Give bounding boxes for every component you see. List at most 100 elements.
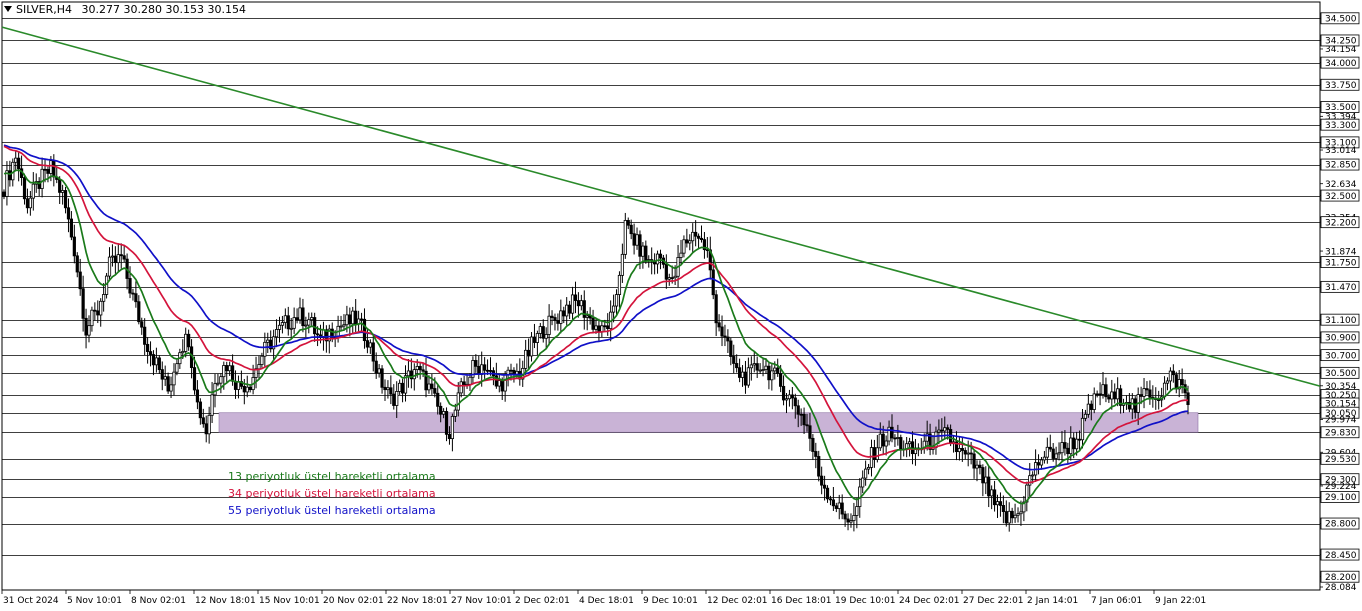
candle-body — [822, 484, 827, 489]
candle-body — [787, 394, 792, 400]
ytick-label: 29.224 — [1325, 482, 1357, 492]
candle-body — [46, 169, 50, 174]
candle-body — [509, 369, 513, 372]
candle-body — [699, 237, 704, 241]
xtick-label: 27 Dec 22:01 — [963, 596, 1024, 606]
candle-body — [1080, 417, 1085, 441]
candle-body — [474, 360, 478, 367]
xtick-label: 27 Nov 10:01 — [451, 596, 512, 606]
candle-body — [280, 322, 285, 326]
candle-body — [359, 318, 364, 321]
candle-body — [22, 177, 27, 200]
candle-body — [160, 369, 164, 380]
candle-body — [603, 325, 607, 328]
candle-body — [992, 489, 997, 506]
price-chart[interactable]: 34.50034.25034.15434.00033.75033.50033.3… — [0, 0, 1362, 611]
candle-body — [1031, 474, 1035, 477]
candle-body — [93, 309, 97, 312]
candle-body — [444, 411, 449, 435]
xtick-label: 22 Nov 18:01 — [387, 596, 448, 606]
ytick-label: 29.100 — [1325, 493, 1357, 503]
ytick-label: 29.974 — [1325, 416, 1357, 426]
candle-body — [620, 253, 624, 276]
candle-body — [459, 381, 463, 394]
candle-body — [655, 253, 660, 265]
candle-body — [195, 389, 200, 403]
candle-body — [758, 369, 762, 372]
candle-body — [119, 254, 123, 257]
candle-body — [755, 363, 759, 371]
candle-body — [658, 253, 663, 259]
candle-body — [263, 341, 267, 357]
candle-body — [773, 367, 777, 372]
candle-body — [611, 305, 616, 313]
candle-body — [682, 239, 686, 254]
xtick-label: 9 Dec 10:01 — [643, 596, 698, 606]
xtick-label: 12 Nov 18:01 — [195, 596, 256, 606]
candle-body — [849, 520, 853, 523]
candle-body — [896, 437, 900, 439]
candle-body — [488, 370, 493, 372]
candle-body — [283, 315, 287, 323]
candle-body — [1075, 438, 1079, 450]
candle-body — [456, 392, 460, 411]
candle-body — [421, 369, 425, 372]
candle-body — [151, 354, 156, 366]
candle-body — [667, 277, 671, 280]
candle-body — [1013, 514, 1017, 519]
candle-body — [154, 357, 158, 366]
legend-ema13: 13 periyotluk üstel hareketli ortalama — [228, 470, 436, 483]
candle-body — [890, 426, 894, 439]
candle-body — [711, 269, 715, 296]
candle-body — [752, 363, 756, 366]
candle-body — [957, 448, 962, 453]
candle-body — [1165, 380, 1170, 384]
candle-body — [969, 452, 973, 455]
candle-body — [274, 329, 279, 338]
candle-body — [137, 301, 141, 323]
candle-body — [556, 320, 560, 324]
ytick-label: 33.014 — [1325, 146, 1357, 156]
candle-body — [626, 220, 630, 226]
candle-body — [192, 367, 197, 391]
time-axis: 31 Oct 2024 5 Nov 10:01 8 Nov 02:01 12 Nov … — [1, 590, 1206, 606]
candle-body — [866, 467, 871, 470]
candle-body — [629, 224, 633, 235]
candle-body — [96, 310, 100, 316]
candle-body — [746, 367, 750, 386]
candle-body — [679, 252, 683, 258]
candle-body — [143, 326, 147, 345]
chart-info-bar: SILVER,H4 30.277 30.280 30.153 30.154 — [4, 3, 246, 16]
candle-body — [1107, 396, 1111, 400]
candle-body — [52, 160, 56, 178]
candle-body — [1110, 391, 1114, 400]
xtick-label: 2 Dec 02:01 — [515, 596, 570, 606]
candle-body — [740, 371, 745, 378]
candle-body — [398, 382, 402, 392]
candle-body — [717, 322, 721, 328]
candle-body — [1116, 388, 1120, 400]
candle-body — [1001, 505, 1005, 512]
candle-body — [453, 409, 457, 417]
candle-body — [1139, 394, 1143, 397]
candle-body — [140, 321, 144, 328]
candle-body — [644, 245, 648, 261]
candle-body — [17, 157, 21, 170]
candle-body — [128, 278, 132, 294]
xtick-label: 16 Dec 18:01 — [771, 596, 832, 606]
candle-body — [779, 373, 783, 387]
candle-body — [122, 255, 126, 260]
candle-body — [817, 456, 821, 477]
ytick-label: 34.154 — [1325, 45, 1357, 55]
candle-body — [852, 515, 856, 521]
candle-body — [796, 405, 800, 415]
candle-body — [201, 417, 205, 425]
candle-body — [570, 294, 575, 314]
chevron-down-icon[interactable] — [4, 6, 12, 12]
candle-body — [828, 498, 833, 501]
candle-body — [799, 413, 803, 416]
candle-body — [339, 325, 343, 328]
candle-body — [383, 386, 387, 391]
plot-frame — [1, 1, 1321, 591]
candle-body — [802, 413, 806, 426]
